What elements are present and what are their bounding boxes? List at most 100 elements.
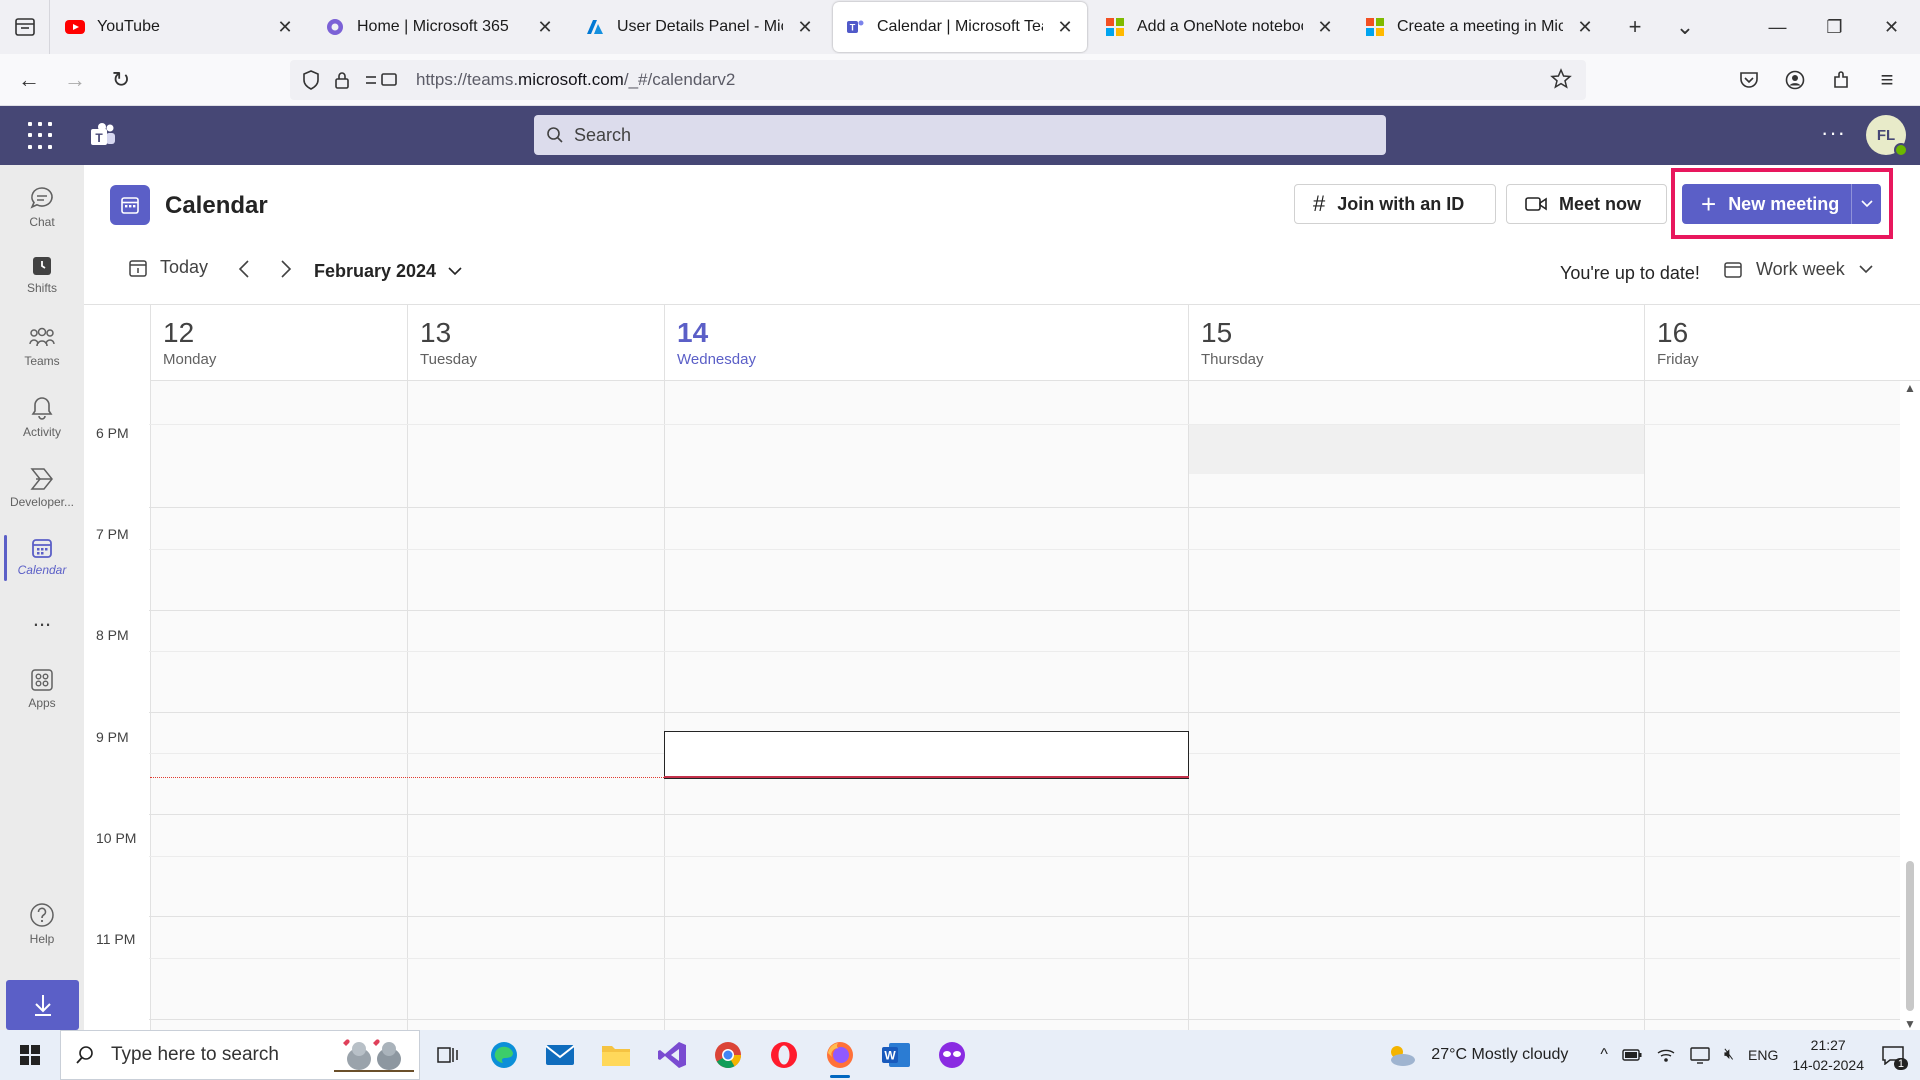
address-bar[interactable]: https://teams.microsoft.com/_#/calendarv…: [290, 60, 1586, 100]
selected-time-slot[interactable]: [664, 731, 1189, 779]
edge-icon[interactable]: [476, 1030, 532, 1080]
language-indicator[interactable]: ENG: [1748, 1047, 1778, 1063]
chevron-down-icon[interactable]: ⌄: [1660, 2, 1710, 52]
scroll-down-icon[interactable]: ▼: [1904, 1017, 1916, 1031]
day-header-thursday[interactable]: 15 Thursday: [1188, 305, 1645, 381]
day-column[interactable]: [664, 381, 1189, 1031]
tab-title: YouTube: [97, 18, 160, 35]
menu-icon[interactable]: ≡: [1864, 57, 1910, 103]
next-week-icon[interactable]: [280, 259, 292, 285]
opera-icon[interactable]: [756, 1030, 812, 1080]
view-selector[interactable]: Work week: [1724, 259, 1873, 280]
app-launcher-icon[interactable]: [28, 122, 56, 150]
tab-list-icon[interactable]: [0, 0, 50, 54]
file-explorer-icon[interactable]: [588, 1030, 644, 1080]
battery-icon[interactable]: [1622, 1048, 1642, 1062]
weather-text[interactable]: 27°C Mostly cloudy: [1431, 1046, 1568, 1064]
display-icon[interactable]: [1690, 1046, 1710, 1064]
chrome-icon[interactable]: [700, 1030, 756, 1080]
rail-item-developer[interactable]: Developer...: [0, 455, 84, 519]
tab-user-details[interactable]: User Details Panel - Microso ✕: [573, 2, 827, 52]
rail-item-help[interactable]: Help: [0, 892, 84, 956]
minimize-icon[interactable]: —: [1749, 0, 1806, 54]
vertical-scrollbar[interactable]: ▲ ▼: [1900, 381, 1920, 1031]
rail-item-activity[interactable]: Activity: [0, 385, 84, 449]
firefox-icon[interactable]: [812, 1030, 868, 1080]
rail-item-apps[interactable]: Apps: [0, 657, 84, 721]
tab-close-icon[interactable]: ✕: [1055, 17, 1075, 38]
day-header-tuesday[interactable]: 13 Tuesday: [407, 305, 665, 381]
pocket-icon[interactable]: [1726, 57, 1772, 103]
chevron-up-icon[interactable]: ^: [1600, 1046, 1608, 1064]
teams-icon: T: [845, 17, 865, 37]
vpn-mask-icon[interactable]: [924, 1030, 980, 1080]
day-header-friday[interactable]: 16 Friday: [1644, 305, 1920, 381]
search-input[interactable]: Search: [534, 115, 1386, 155]
meet-now-button[interactable]: Meet now: [1506, 184, 1667, 224]
tab-close-icon[interactable]: ✕: [535, 17, 555, 38]
day-column[interactable]: [150, 381, 408, 1031]
new-tab-icon[interactable]: +: [1610, 2, 1660, 52]
tab-close-icon[interactable]: ✕: [275, 17, 295, 38]
tab-calendar-teams[interactable]: T Calendar | Microsoft Teams ✕: [833, 2, 1087, 52]
forward-icon[interactable]: →: [52, 57, 98, 103]
month-picker[interactable]: February 2024: [314, 261, 462, 282]
visual-studio-icon[interactable]: [644, 1030, 700, 1080]
more-options-icon[interactable]: ···: [1821, 120, 1846, 146]
calendar-toolbar: Today February 2024 You're up to date! W…: [84, 251, 1920, 297]
previous-week-icon[interactable]: [238, 259, 250, 285]
close-window-icon[interactable]: ✕: [1863, 0, 1920, 54]
tab-title: User Details Panel - Microso: [617, 18, 783, 35]
reload-icon[interactable]: ↻: [98, 57, 144, 103]
rail-item-chat[interactable]: Chat: [0, 175, 84, 239]
browser-nav-bar: ← → ↻ https://teams.microsoft.com/_#/cal…: [0, 54, 1920, 106]
download-app-button[interactable]: [6, 980, 79, 1030]
join-with-id-button[interactable]: # Join with an ID: [1294, 184, 1496, 224]
day-column[interactable]: [407, 381, 665, 1031]
bookmark-star-icon[interactable]: [1550, 68, 1572, 90]
extensions-icon[interactable]: [1818, 57, 1864, 103]
tab-youtube[interactable]: YouTube ✕: [53, 2, 307, 52]
account-icon[interactable]: [1772, 57, 1818, 103]
speaker-muted-icon[interactable]: 🔇︎: [1724, 1046, 1734, 1064]
rail-label: Help: [29, 932, 55, 946]
time-grid[interactable]: 6 PM 7 PM 8 PM 9 PM 10 PM 11 PM: [84, 381, 1900, 1031]
day-header-monday[interactable]: 12 Monday: [150, 305, 408, 381]
developer-icon: [30, 468, 53, 490]
avatar[interactable]: FL: [1866, 115, 1908, 157]
tab-create-meeting[interactable]: Create a meeting in Microso ✕: [1353, 2, 1607, 52]
tab-close-icon[interactable]: ✕: [1315, 17, 1335, 38]
tab-onenote[interactable]: Add a OneNote notebook in ✕: [1093, 2, 1347, 52]
day-column[interactable]: [1188, 381, 1645, 1031]
notifications-icon[interactable]: 1: [1878, 1040, 1908, 1070]
network-icon[interactable]: [1656, 1046, 1676, 1064]
hash-icon: #: [1313, 191, 1326, 216]
day-header-wednesday[interactable]: 14 Wednesday: [664, 305, 1189, 381]
rail-item-shifts[interactable]: Shifts: [0, 243, 84, 307]
windows-icon: [20, 1045, 40, 1065]
new-meeting-button[interactable]: + New meeting: [1682, 184, 1878, 224]
taskbar-search-input[interactable]: Type here to search: [60, 1030, 420, 1080]
rail-item-calendar[interactable]: Calendar: [0, 525, 84, 589]
scrollbar-thumb[interactable]: [1906, 861, 1914, 1011]
search-highlight-birds-icon: [334, 1039, 414, 1072]
today-button[interactable]: Today: [128, 257, 208, 278]
tab-m365[interactable]: Home | Microsoft 365 ✕: [313, 2, 567, 52]
word-icon[interactable]: W: [868, 1030, 924, 1080]
rail-item-teams[interactable]: Teams: [0, 315, 84, 379]
day-column[interactable]: [1644, 381, 1900, 1031]
task-view-icon[interactable]: [420, 1030, 476, 1080]
tab-close-icon[interactable]: ✕: [795, 17, 815, 38]
apps-icon: [31, 669, 53, 691]
restore-icon[interactable]: ❐: [1806, 0, 1863, 54]
back-icon[interactable]: ←: [6, 57, 52, 103]
rail-more-apps[interactable]: ...: [0, 587, 84, 651]
new-meeting-options-button[interactable]: [1851, 184, 1881, 224]
scroll-up-icon[interactable]: ▲: [1904, 381, 1916, 395]
system-tray: 27°C Mostly cloudy ^ 🔇︎ ENG 21:27 14-02-…: [1385, 1030, 1920, 1080]
permissions-icon[interactable]: [364, 71, 398, 89]
tab-close-icon[interactable]: ✕: [1575, 17, 1595, 38]
clock[interactable]: 21:27 14-02-2024: [1792, 1035, 1864, 1075]
mail-icon[interactable]: [532, 1030, 588, 1080]
windows-start-button[interactable]: [0, 1030, 60, 1080]
